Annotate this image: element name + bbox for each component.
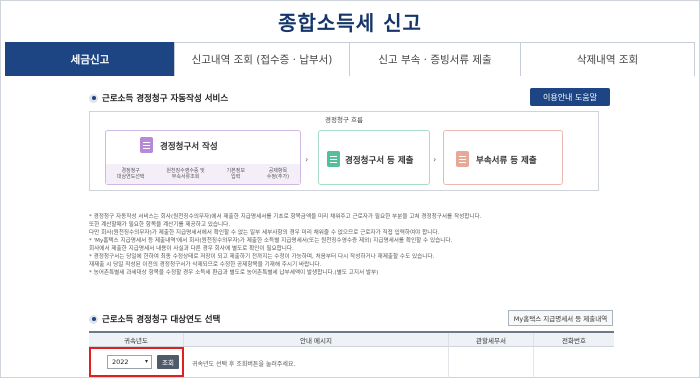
document-icon — [140, 137, 153, 153]
arrow-right-icon: › — [433, 155, 437, 164]
header-message: 안내 메시지 — [184, 333, 449, 346]
tab-bar: 세금신고 신고내역 조회 (접수증 · 납부서) 신고 부속 · 증빙서류 제출… — [5, 42, 695, 76]
year-select-value: 2022 — [112, 358, 129, 366]
header-tax-office: 관할세무서 — [449, 333, 534, 346]
bullet-icon — [89, 93, 98, 103]
notice-list: * 경정청구 자동작성 서비스는 회사(원천징수의무자)에서 제출한 지급명세서… — [89, 213, 619, 277]
section-title-text: 근로소득 경정청구 대상연도 선택 — [102, 315, 221, 325]
hometax-submission-button[interactable]: My홈택스 지급명세서 등 제출내역 — [508, 310, 613, 326]
section-title-year-select: 근로소득 경정청구 대상연도 선택 — [89, 313, 220, 325]
step-title-write: 경정청구서 작성 — [160, 142, 218, 152]
step-write-claim: 경정청구서 작성 경정청구 대상연도선택 원천징수영수증 및 부속서류조회 기본… — [105, 130, 301, 185]
substep-deduction: 공제항목 수정(추가) — [266, 168, 290, 180]
tab-attachment-submit[interactable]: 신고 부속 · 증빙서류 제출 — [349, 42, 521, 76]
help-button[interactable]: 이용안내 도움말 — [530, 88, 610, 106]
tab-filing-history[interactable]: 신고내역 조회 (접수증 · 납부서) — [174, 42, 350, 76]
cell-phone — [534, 347, 614, 378]
lookup-button[interactable]: 조회 — [157, 355, 179, 369]
flow-label: 경정청구 흐름 — [325, 116, 363, 124]
notice-item: * 'My홈택스 지급명세서 등 제출내역'에서 회사(원천징수의무자)가 제출… — [89, 238, 453, 244]
step-substeps: 경정청구 대상연도선택 원천징수영수증 및 부속서류조회 기본정보 입력 공제항… — [106, 164, 300, 184]
notice-item: * 경정청구서는 당일에 한하여 최종 수정상태로 저장이 되고 제출하기 전까… — [89, 254, 435, 260]
step-submit-claim: 경정청구서 등 제출 — [318, 130, 430, 185]
header-year: 귀속년도 — [89, 333, 184, 346]
substep-receipt: 원천징수영수증 및 부속서류조회 — [166, 168, 205, 180]
header-phone: 전화번호 — [562, 336, 586, 345]
page-title: 종합소득세 신고 — [278, 11, 422, 35]
notice-item: 재제출 시 당일 작성된 이전의 경정청구서가 삭제되므로 수정한 공제항목을 … — [89, 262, 322, 268]
notice-item: * 경정청구 자동작성 서비스는 회사(원천징수의무자)에서 제출한 지급명세서… — [89, 214, 482, 220]
year-selection-highlight: 2022 ▾ 조회 — [89, 347, 184, 377]
bullet-icon — [89, 314, 98, 324]
tab-tax-filing[interactable]: 세금신고 — [5, 42, 175, 76]
section-title-text: 근로소득 경정청구 자동작성 서비스 — [102, 94, 229, 104]
substep-basic-info: 기본정보 입력 — [226, 168, 245, 180]
flow-diagram: 경정청구 흐름 경정청구서 작성 경정청구 대상연도선택 원천징수영수증 및 부… — [89, 111, 599, 191]
tab-deletion-history[interactable]: 삭제내역 조회 — [520, 42, 695, 76]
step-title-submit: 경정청구서 등 제출 — [345, 156, 414, 166]
notice-item: * 농어촌특별세 과세대상 항목을 수정할 경우 소득세 환급과 별도로 농어촌… — [89, 270, 379, 276]
section-title-auto-service: 근로소득 경정청구 자동작성 서비스 — [89, 92, 228, 104]
substep-year: 경정청구 대상연도선택 — [116, 168, 145, 180]
cell-message: 귀속년도 선택 후 조회버튼을 눌러주세요. — [184, 347, 449, 378]
document-icon — [456, 151, 469, 167]
cell-tax-office — [449, 347, 534, 378]
notice-item: 다만 회사(원천징수의무자)가 제출한 지급명세서에서 확인할 수 없는 일부 … — [89, 230, 440, 236]
notice-item: 또한 계산할때가 필요한 항목을 계산기를 제공하고 있습니다. — [89, 222, 231, 228]
arrow-right-icon: › — [305, 155, 309, 164]
step-submit-attachments: 부속서류 등 제출 — [443, 130, 563, 185]
chevron-down-icon: ▾ — [144, 358, 148, 365]
document-icon — [327, 151, 340, 167]
year-select[interactable]: 2022 ▾ — [107, 355, 152, 369]
notice-item: 회사에서 제출한 지급명세서 내용이 사실과 다른 경우 회사에 별도로 확인이… — [89, 246, 294, 252]
step-title-attachments: 부속서류 등 제출 — [476, 156, 537, 166]
table-header: 귀속년도 안내 메시지 관할세무서 전화번호 — [89, 333, 614, 347]
